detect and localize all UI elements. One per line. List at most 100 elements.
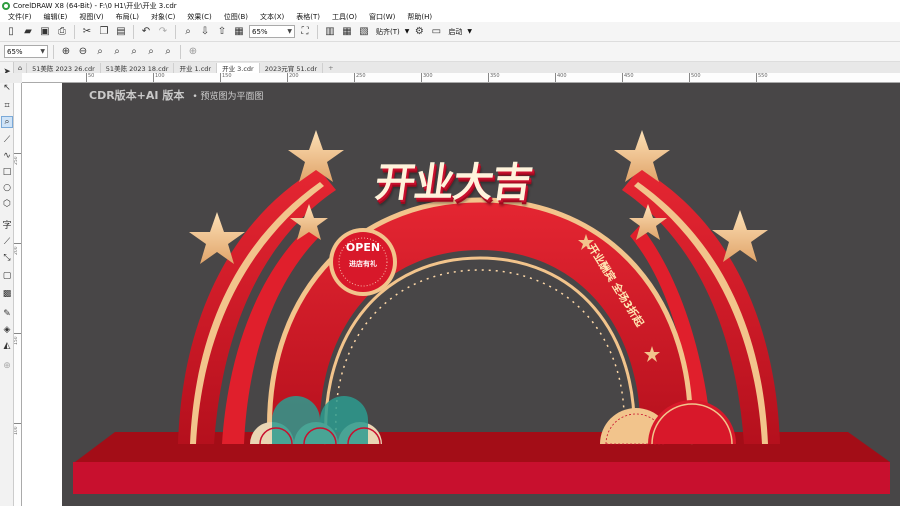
rectangle-tool-icon[interactable]: □ bbox=[1, 166, 13, 178]
standard-toolbar: ▯ ▰ ▣ ⎙ ✂ ❐ ▤ ↶ ↷ ⌕ ⇩ ⇧ ▦ 65% ▼ ⛶ ▥ ▦ ▧ 贴… bbox=[0, 22, 900, 42]
menu-table[interactable]: 表格(T) bbox=[290, 12, 326, 22]
options-gear-icon[interactable]: ⚙ bbox=[412, 25, 426, 39]
open-badge-subtext: 进店有礼 bbox=[349, 260, 377, 268]
connector-tool-icon[interactable]: ⤡ bbox=[1, 252, 13, 264]
document-tab[interactable]: 2023元宵 51.cdr bbox=[260, 63, 324, 73]
drop-shadow-tool-icon[interactable]: ▢ bbox=[1, 270, 13, 282]
zoom-in-icon[interactable]: ⊕ bbox=[59, 45, 73, 59]
shape-tool-icon[interactable]: ↖ bbox=[1, 82, 13, 94]
ruler-label: 150 bbox=[222, 73, 232, 79]
preview-caption: CDR版本+AI 版本 • 预览图为平面图 bbox=[89, 87, 264, 103]
menu-bitmaps[interactable]: 位图(B) bbox=[218, 12, 254, 22]
show-rulers-icon[interactable]: ▥ bbox=[323, 25, 337, 39]
ruler-label: 300 bbox=[423, 73, 433, 79]
toolbar-divider bbox=[175, 24, 176, 39]
application-launcher-icon[interactable]: ▭ bbox=[429, 25, 443, 39]
open-folder-icon[interactable]: ▰ bbox=[21, 25, 35, 39]
zoom-to-page-width-icon[interactable]: ⌕ bbox=[144, 45, 158, 59]
chevron-down-icon: ▼ bbox=[404, 28, 410, 35]
menu-effects[interactable]: 效果(C) bbox=[181, 12, 217, 22]
menu-file[interactable]: 文件(F) bbox=[2, 12, 38, 22]
ruler-label: 200 bbox=[14, 246, 19, 255]
title-bar: CorelDRAW X8 (64-Bit) - F:\0 H1\开业\开业 3.… bbox=[0, 0, 900, 11]
chevron-down-icon: ▼ bbox=[40, 48, 45, 55]
new-document-icon[interactable]: ▯ bbox=[4, 25, 18, 39]
eyedropper-tool-icon[interactable]: ✎ bbox=[1, 308, 13, 320]
show-guidelines-icon[interactable]: ▧ bbox=[357, 25, 371, 39]
add-tool-icon[interactable]: ⊕ bbox=[1, 360, 13, 372]
redo-icon[interactable]: ↷ bbox=[156, 25, 170, 39]
document-tab[interactable]: 51美陈 2023 18.cdr bbox=[101, 63, 175, 73]
ruler-label: 500 bbox=[691, 73, 701, 79]
zoom-level-dropdown[interactable]: 65% ▼ bbox=[249, 25, 295, 38]
artwork[interactable] bbox=[22, 83, 900, 506]
toolbox: ➤ ↖ ⌗ ⌕ ⟋ ∿ □ ○ ⬡ 字 ⟋ ⤡ ▢ ▩ ✎ ◈ ◭ ⊕ bbox=[0, 62, 14, 506]
zoom-to-selected-icon[interactable]: ⌕ bbox=[93, 45, 107, 59]
menu-view[interactable]: 视图(V) bbox=[73, 12, 109, 22]
toolbar-divider bbox=[133, 24, 134, 39]
menu-help[interactable]: 帮助(H) bbox=[401, 12, 438, 22]
export-icon[interactable]: ⇧ bbox=[215, 25, 229, 39]
ruler-origin[interactable] bbox=[0, 73, 22, 83]
document-tab[interactable]: 51美陈 2023 26.cdr bbox=[27, 63, 101, 73]
show-grid-icon[interactable]: ▦ bbox=[340, 25, 354, 39]
zoom-to-all-objects-icon[interactable]: ⌕ bbox=[110, 45, 124, 59]
menu-edit[interactable]: 编辑(E) bbox=[38, 12, 74, 22]
export-pdf-icon[interactable]: ▦ bbox=[232, 25, 246, 39]
search-content-icon[interactable]: ⌕ bbox=[181, 25, 195, 39]
interactive-fill-tool-icon[interactable]: ◈ bbox=[1, 324, 13, 336]
undo-icon[interactable]: ↶ bbox=[139, 25, 153, 39]
zoom-to-page-icon[interactable]: ⌕ bbox=[127, 45, 141, 59]
chevron-down-icon: ▼ bbox=[287, 28, 292, 35]
zoom-to-page-height-icon[interactable]: ⌕ bbox=[161, 45, 175, 59]
copy-icon[interactable]: ❐ bbox=[97, 25, 111, 39]
text-tool-icon[interactable]: 字 bbox=[1, 218, 13, 231]
transparency-tool-icon[interactable]: ▩ bbox=[1, 288, 13, 300]
horizontal-ruler[interactable]: 50 100 150 200 250 300 350 400 450 500 5… bbox=[22, 73, 900, 83]
crop-tool-icon[interactable]: ⌗ bbox=[1, 100, 13, 112]
window-title: CorelDRAW X8 (64-Bit) - F:\0 H1\开业\开业 3.… bbox=[13, 1, 177, 10]
parallel-dimension-tool-icon[interactable]: ⟋ bbox=[1, 236, 13, 248]
open-badge-text: OPEN bbox=[345, 241, 381, 254]
snap-to-dropdown[interactable]: 贴齐(T) bbox=[374, 27, 402, 37]
zoom-levels-dropdown[interactable]: 65% ▼ bbox=[4, 45, 48, 58]
property-bar: 65% ▼ ⊕ ⊖ ⌕ ⌕ ⌕ ⌕ ⌕ ⊕ bbox=[0, 42, 900, 62]
cut-icon[interactable]: ✂ bbox=[80, 25, 94, 39]
toolbar-divider bbox=[180, 44, 181, 59]
headline-text[interactable]: 开业大吉 bbox=[372, 150, 536, 208]
ruler-label: 250 bbox=[356, 73, 366, 79]
tab-home-icon[interactable]: ⌂ bbox=[14, 63, 28, 73]
zoom-tool-icon[interactable]: ⌕ bbox=[1, 116, 13, 128]
vertical-ruler[interactable]: 250 200 150 100 bbox=[14, 83, 22, 506]
smart-fill-tool-icon[interactable]: ◭ bbox=[1, 340, 13, 352]
ruler-label: 250 bbox=[14, 156, 19, 165]
print-icon[interactable]: ⎙ bbox=[55, 25, 69, 39]
ruler-label: 100 bbox=[155, 73, 165, 79]
menu-window[interactable]: 窗口(W) bbox=[363, 12, 401, 22]
zoom-out-icon[interactable]: ⊖ bbox=[76, 45, 90, 59]
paste-icon[interactable]: ▤ bbox=[114, 25, 128, 39]
artistic-media-tool-icon[interactable]: ∿ bbox=[1, 150, 13, 162]
ruler-label: 100 bbox=[14, 426, 19, 435]
save-icon[interactable]: ▣ bbox=[38, 25, 52, 39]
launch-dropdown[interactable]: 启动 bbox=[446, 27, 464, 37]
menu-layout[interactable]: 布局(L) bbox=[110, 12, 145, 22]
ellipse-tool-icon[interactable]: ○ bbox=[1, 182, 13, 194]
drawing-canvas[interactable]: CDR版本+AI 版本 • 预览图为平面图 开业大吉 开业酬宾 全场3折起 OPE… bbox=[22, 83, 900, 506]
polygon-tool-icon[interactable]: ⬡ bbox=[1, 198, 13, 210]
document-tab-active[interactable]: 开业 3.cdr bbox=[217, 63, 260, 73]
menu-text[interactable]: 文本(X) bbox=[254, 12, 290, 22]
coreldraw-logo-icon bbox=[2, 1, 10, 10]
document-tab[interactable]: 开业 1.cdr bbox=[174, 63, 218, 73]
toolbar-divider bbox=[74, 24, 75, 39]
document-tabs: ⌂ 51美陈 2023 26.cdr 51美陈 2023 18.cdr 开业 1… bbox=[14, 62, 900, 73]
import-icon[interactable]: ⇩ bbox=[198, 25, 212, 39]
menu-tools[interactable]: 工具(O) bbox=[326, 12, 363, 22]
new-tab-plus-icon[interactable]: + bbox=[323, 63, 338, 73]
menu-object[interactable]: 对象(C) bbox=[145, 12, 181, 22]
caption-main: CDR版本+AI 版本 bbox=[89, 89, 185, 102]
freehand-tool-icon[interactable]: ⟋ bbox=[1, 134, 13, 146]
ruler-label: 200 bbox=[289, 73, 299, 79]
full-screen-icon[interactable]: ⛶ bbox=[298, 25, 312, 39]
add-icon[interactable]: ⊕ bbox=[186, 45, 200, 59]
